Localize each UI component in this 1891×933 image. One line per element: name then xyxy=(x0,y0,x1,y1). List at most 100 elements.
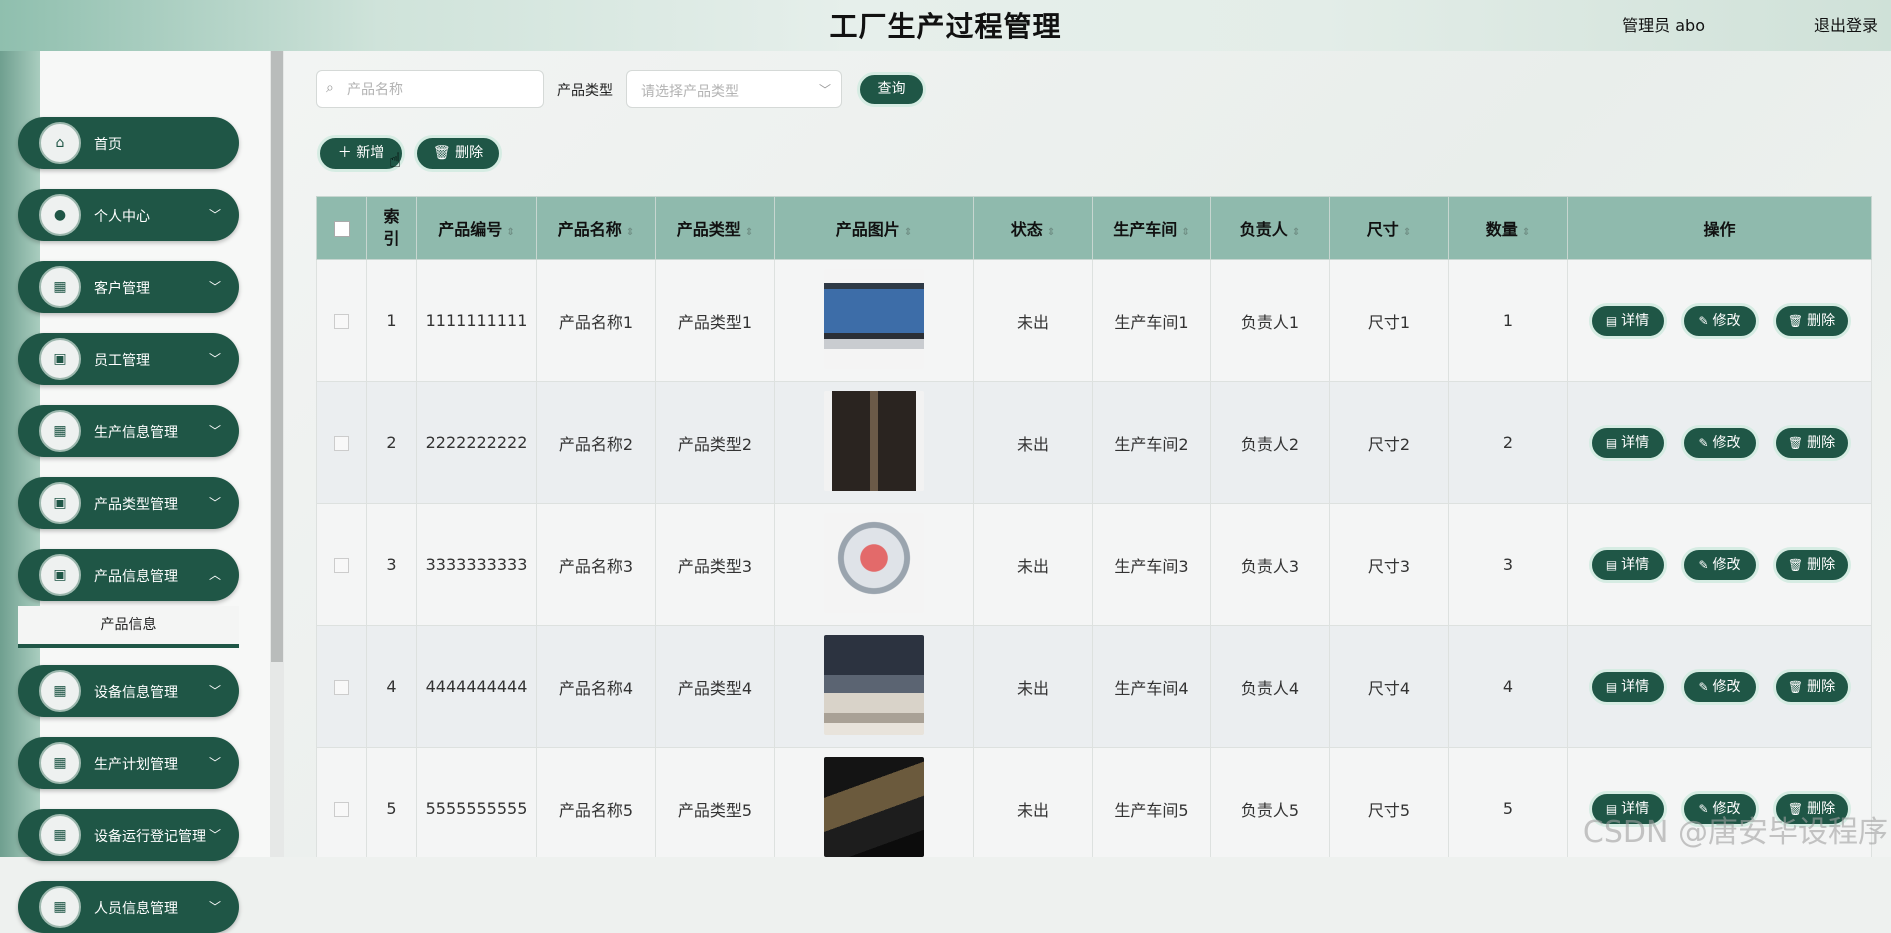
sort-icon[interactable]: ⇕ xyxy=(1047,227,1055,238)
cell-index: 1 xyxy=(366,259,417,382)
select-all-checkbox[interactable] xyxy=(333,221,350,237)
detail-label: 详情 xyxy=(1621,556,1650,573)
grid-icon: ▦ xyxy=(39,814,81,856)
row-checkbox[interactable] xyxy=(334,558,349,573)
search-box[interactable]: ⌕ xyxy=(316,70,544,108)
sort-icon[interactable]: ⇕ xyxy=(1403,227,1411,238)
user-icon: ● xyxy=(39,194,81,236)
query-button[interactable]: 查询 xyxy=(857,72,926,107)
header-workshop[interactable]: 生产车间 ⇕ xyxy=(1092,196,1211,260)
pencil-icon: ✎ xyxy=(1698,679,1709,694)
header-index-label: 索引 xyxy=(383,207,400,248)
sidebar-item-7[interactable]: ▦ 设备信息管理 ﹀ xyxy=(18,665,239,717)
sidebar-item-0[interactable]: ⌂ 首页 xyxy=(18,117,239,169)
sidebar-item-2[interactable]: ▦ 客户管理 ﹀ xyxy=(18,261,239,313)
delete-button[interactable]: 🗑 删除 xyxy=(1772,546,1851,583)
bulk-delete-button[interactable]: 🗑 删除 xyxy=(414,135,502,172)
table-row: 2 2222222222 产品名称2 产品类型2 未出 生产车间2 负责人2 尺寸2 2 ▤ 详情 ✎… xyxy=(316,381,1872,504)
edit-button[interactable]: ✎ 修改 xyxy=(1680,302,1759,339)
delete-button[interactable]: 🗑 删除 xyxy=(1772,424,1851,461)
row-select-cell[interactable] xyxy=(316,503,367,626)
header-qty[interactable]: 数量 ⇕ xyxy=(1448,196,1568,260)
header-image[interactable]: 产品图片 ⇕ xyxy=(774,196,974,260)
home-icon: ⌂ xyxy=(39,122,81,164)
sort-icon[interactable]: ⇕ xyxy=(1181,227,1189,238)
sidebar-item-9[interactable]: ▦ 设备运行登记管理 ﹀ xyxy=(18,809,239,861)
cell-code: 5555555555 xyxy=(416,747,537,857)
plus-icon: ＋ xyxy=(337,145,352,161)
sidebar-item-label: 员工管理 xyxy=(94,353,150,369)
sort-icon[interactable]: ⇕ xyxy=(506,227,514,238)
sidebar-item-1[interactable]: ● 个人中心 ﹀ xyxy=(18,189,239,241)
sidebar-item-5[interactable]: ▣ 产品类型管理 ﹀ xyxy=(18,477,239,529)
trash-icon: 🗑 xyxy=(432,145,451,161)
header-actions-label: 操作 xyxy=(1703,220,1736,239)
main-content: ⌕ 产品类型 请选择产品类型 ﹀ 查询 ＋ 新增 🗑 删除 ☝ 索引 产品编号⇕… xyxy=(284,51,1891,857)
row-select-cell[interactable] xyxy=(316,259,367,382)
table-row: 1 1111111111 产品名称1 产品类型1 未出 生产车间1 负责人1 尺寸1 1 ▤ 详情 ✎… xyxy=(316,259,1872,382)
header-size[interactable]: 尺寸 ⇕ xyxy=(1329,196,1449,260)
edit-button[interactable]: ✎ 修改 xyxy=(1680,668,1759,705)
detail-button[interactable]: ▤ 详情 xyxy=(1588,546,1667,583)
edit-button[interactable]: ✎ 修改 xyxy=(1680,424,1759,461)
sort-icon[interactable]: ⇕ xyxy=(1522,227,1530,238)
detail-button[interactable]: ▤ 详情 xyxy=(1588,668,1667,705)
row-checkbox[interactable] xyxy=(334,314,349,329)
cell-image xyxy=(774,259,974,382)
document-icon: ▤ xyxy=(1605,313,1618,328)
row-checkbox[interactable] xyxy=(334,436,349,451)
chevron-icon: ﹀ xyxy=(208,900,221,914)
header-qty-label: 数量 xyxy=(1485,220,1518,239)
cell-size: 尺寸2 xyxy=(1329,381,1449,504)
logout-link[interactable]: 退出登录 xyxy=(1814,12,1878,36)
search-input[interactable] xyxy=(345,79,539,101)
chevron-down-icon: ﹀ xyxy=(818,83,831,97)
header-type-label: 产品类型 xyxy=(676,220,741,239)
cell-status: 未出 xyxy=(973,381,1093,504)
sidebar-item-label: 个人中心 xyxy=(94,209,150,225)
header-status[interactable]: 状态 ⇕ xyxy=(973,196,1093,260)
cell-code: 1111111111 xyxy=(416,259,537,382)
detail-button[interactable]: ▤ 详情 xyxy=(1588,302,1667,339)
clipboard-x-icon: ▣ xyxy=(39,554,81,596)
table-row: 4 4444444444 产品名称4 产品类型4 未出 生产车间4 负责人4 尺寸4 4 ▤ 详情 ✎… xyxy=(316,625,1872,748)
sidebar-item-3[interactable]: ▣ 员工管理 ﹀ xyxy=(18,333,239,385)
row-select-cell[interactable] xyxy=(316,747,367,857)
delete-button[interactable]: 🗑 删除 xyxy=(1772,668,1851,705)
sidebar-item-6[interactable]: ▣ 产品信息管理 ︿ xyxy=(18,549,239,601)
select-all-header[interactable] xyxy=(316,196,367,260)
header-name[interactable]: 产品名称 ⇕ xyxy=(536,196,656,260)
cell-index: 2 xyxy=(366,381,417,504)
row-select-cell[interactable] xyxy=(316,625,367,748)
row-checkbox[interactable] xyxy=(334,680,349,695)
sidebar-item-label: 设备运行登记管理 xyxy=(94,829,206,845)
header-code[interactable]: 产品编号 ⇕ xyxy=(416,196,537,260)
row-select-cell[interactable] xyxy=(316,381,367,504)
header-type[interactable]: 产品类型 ⇕ xyxy=(655,196,775,260)
sidebar-item-8[interactable]: ▦ 生产计划管理 ﹀ xyxy=(18,737,239,789)
sidebar-item-label: 生产计划管理 xyxy=(94,757,178,773)
chevron-icon: ﹀ xyxy=(208,756,221,770)
product-table: 索引 产品编号 ⇕ 产品名称 ⇕ 产品类型 ⇕ 产品图片 ⇕ 状态 ⇕ 生产车间 ⇕ 负责人… xyxy=(316,196,1872,857)
grid-icon: ▦ xyxy=(39,886,81,928)
product-type-select[interactable]: 请选择产品类型 ﹀ xyxy=(626,70,842,108)
cell-workshop: 生产车间4 xyxy=(1092,625,1211,748)
sidebar-scrollbar-thumb[interactable] xyxy=(271,51,283,662)
cell-size: 尺寸5 xyxy=(1329,747,1449,857)
edit-button[interactable]: ✎ 修改 xyxy=(1680,546,1759,583)
sidebar-item-10[interactable]: ▦ 人员信息管理 ﹀ xyxy=(18,881,239,933)
detail-button[interactable]: ▤ 详情 xyxy=(1588,424,1667,461)
submenu-item-product-info[interactable]: 产品信息 xyxy=(18,606,239,648)
sort-icon[interactable]: ⇕ xyxy=(626,227,634,238)
header-owner[interactable]: 负责人 ⇕ xyxy=(1210,196,1330,260)
sidebar-item-4[interactable]: ▦ 生产信息管理 ﹀ xyxy=(18,405,239,457)
sort-icon[interactable]: ⇕ xyxy=(745,227,753,238)
sort-icon[interactable]: ⇕ xyxy=(904,227,912,238)
sort-icon[interactable]: ⇕ xyxy=(1292,227,1300,238)
row-checkbox[interactable] xyxy=(334,802,349,817)
cell-qty: 2 xyxy=(1448,381,1568,504)
pencil-icon: ✎ xyxy=(1698,557,1709,572)
edit-label: 修改 xyxy=(1712,678,1741,695)
delete-button[interactable]: 🗑 删除 xyxy=(1772,302,1851,339)
delete-label: 删除 xyxy=(1807,556,1836,573)
